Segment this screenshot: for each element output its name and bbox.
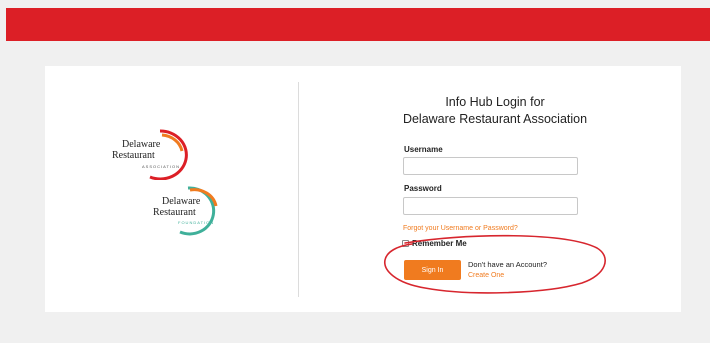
header-bar — [6, 8, 710, 41]
foundation-logo: Delaware Restaurant FOUNDATION — [150, 182, 230, 237]
remember-me-label: Remember Me — [412, 239, 467, 248]
create-account-link[interactable]: Create One — [468, 272, 504, 279]
foundation-logo-line2: Restaurant — [153, 207, 196, 218]
association-logo-sub: ASSOCIATION — [142, 164, 181, 169]
foundation-logo-sub: FOUNDATION — [178, 220, 215, 225]
vertical-divider — [298, 82, 299, 297]
password-input[interactable] — [403, 197, 578, 215]
association-logo-line1: Delaware — [122, 139, 161, 150]
login-title-line1: Info Hub Login for — [445, 95, 545, 109]
username-input[interactable] — [403, 157, 578, 175]
remember-me-checkbox[interactable] — [402, 240, 409, 247]
foundation-logo-line1: Delaware — [162, 196, 201, 207]
remember-me[interactable]: Remember Me — [402, 239, 467, 248]
no-account-text: Don't have an Account? — [468, 260, 547, 269]
username-label: Username — [404, 145, 443, 154]
association-logo-line2: Restaurant — [112, 150, 155, 161]
forgot-credentials-link[interactable]: Forgot your Username or Password? — [403, 225, 518, 232]
association-logo: Delaware Restaurant ASSOCIATION — [112, 125, 192, 180]
password-label: Password — [404, 184, 442, 193]
sign-in-button[interactable]: Sign In — [404, 260, 461, 280]
login-title-line2: Delaware Restaurant Association — [402, 112, 588, 126]
